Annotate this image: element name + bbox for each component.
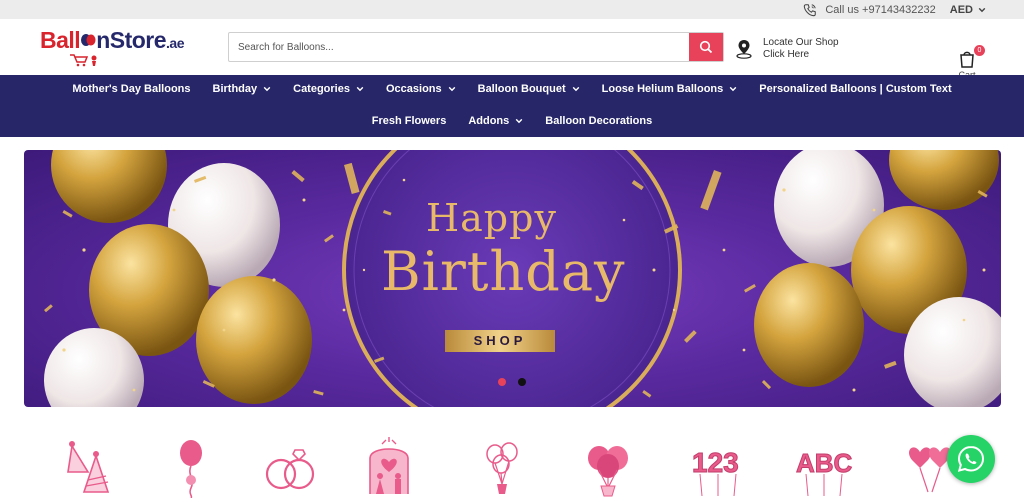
call-us-link[interactable]: Call us +97143432232 <box>803 3 936 17</box>
balloon-bunch-outline-icon[interactable] <box>471 436 533 498</box>
logo-wordmark: Ball nStore.ae <box>40 27 184 54</box>
chevron-down-icon <box>572 86 579 92</box>
chevron-down-icon <box>448 86 455 92</box>
phone-icon <box>803 3 817 17</box>
hero-banner[interactable]: Happy Birthday SHOP <box>24 150 1001 407</box>
nav-item-label: Occasions <box>385 83 442 95</box>
currency-label: AED <box>949 3 973 16</box>
search-bar <box>228 32 724 62</box>
nav-item-label: Mother's Day Balloons <box>72 83 191 95</box>
search-icon <box>699 40 713 54</box>
category-icon-row: 123 ABC <box>0 436 1024 502</box>
call-us-text: Call us +97143432232 <box>825 3 936 16</box>
search-button[interactable] <box>689 33 723 61</box>
nav-item-categories[interactable]: Categories <box>282 83 375 95</box>
svg-text:123: 123 <box>692 447 739 478</box>
nav-item-personalized[interactable]: Personalized Balloons | Custom Text <box>748 83 962 95</box>
carousel-dot-1[interactable] <box>498 378 506 386</box>
chevron-down-icon <box>263 86 271 92</box>
whatsapp-icon <box>957 445 985 472</box>
nav-item-balloon-bouquet[interactable]: Balloon Bouquet <box>467 83 591 95</box>
nav-item-balloon-decorations[interactable]: Balloon Decorations <box>534 115 663 127</box>
chevron-down-icon <box>356 86 364 92</box>
nav-item-loose-helium[interactable]: Loose Helium Balloons <box>591 83 749 95</box>
logo-part-tld: .ae <box>166 35 184 51</box>
couple-arch-icon[interactable] <box>358 436 420 498</box>
nav-row-2: Fresh Flowers Addons Balloon Decorations <box>0 115 1024 127</box>
chevron-down-icon <box>978 7 986 12</box>
whatsapp-chat-button[interactable] <box>947 435 995 483</box>
logo-cart-icon <box>70 54 97 67</box>
nav-item-birthday[interactable]: Birthday <box>202 83 283 95</box>
number-balloons-icon[interactable]: 123 <box>688 436 750 498</box>
chevron-down-icon <box>515 118 523 124</box>
logo-balloon-icon <box>81 34 96 46</box>
nav-item-occasions[interactable]: Occasions <box>375 83 467 95</box>
nav-item-label: Loose Helium Balloons <box>601 83 724 95</box>
balloon-bouquet-icon[interactable] <box>577 436 639 498</box>
locate-shop-title: Locate Our Shop <box>763 37 839 48</box>
nav-item-label: Addons <box>468 115 510 127</box>
nav-row-1: Mother's Day Balloons Birthday Categorie… <box>0 83 1024 95</box>
search-input[interactable] <box>229 33 689 61</box>
nav-item-mothers-day[interactable]: Mother's Day Balloons <box>61 83 201 95</box>
banner-title-line1: Happy <box>426 196 557 240</box>
banner-title-line2: Birthday <box>381 240 626 303</box>
carousel-dot-2[interactable] <box>518 378 526 386</box>
nav-item-label: Categories <box>293 83 350 95</box>
main-nav: Mother's Day Balloons Birthday Categorie… <box>0 75 1024 137</box>
nav-item-label: Balloon Bouquet <box>477 83 566 95</box>
nav-item-fresh-flowers[interactable]: Fresh Flowers <box>361 115 458 127</box>
logo-part-ball: Ball <box>40 27 81 53</box>
nav-item-label: Birthday <box>212 83 258 95</box>
top-bar: Call us +97143432232 AED <box>0 0 1024 19</box>
currency-selector[interactable]: AED <box>950 4 986 16</box>
balloon-single-icon[interactable] <box>160 436 222 498</box>
letter-balloons-icon[interactable]: ABC <box>794 436 856 498</box>
party-hats-icon[interactable] <box>62 436 124 498</box>
site-header: Ball nStore.ae Locate Our Shop Click Here… <box>0 19 1024 80</box>
shopping-bag-icon: 0 <box>957 45 985 69</box>
chevron-down-icon <box>729 86 737 92</box>
svg-text:ABC: ABC <box>796 448 853 478</box>
nav-item-addons[interactable]: Addons <box>457 115 534 127</box>
banner-shop-button[interactable]: SHOP <box>445 330 555 352</box>
locate-shop-link[interactable]: Locate Our Shop Click Here <box>735 37 839 61</box>
carousel-dots <box>498 378 526 386</box>
wedding-rings-icon[interactable] <box>259 436 321 498</box>
nav-item-label: Fresh Flowers <box>371 115 447 127</box>
logo-part-store: nStore <box>96 27 167 53</box>
nav-item-label: Personalized Balloons | Custom Text <box>759 83 952 95</box>
cart-count-badge: 0 <box>974 45 985 56</box>
site-logo[interactable]: Ball nStore.ae <box>40 25 210 69</box>
locate-shop-subtitle: Click Here <box>763 49 810 60</box>
map-pin-icon <box>736 40 752 59</box>
nav-item-label: Balloon Decorations <box>545 115 653 127</box>
